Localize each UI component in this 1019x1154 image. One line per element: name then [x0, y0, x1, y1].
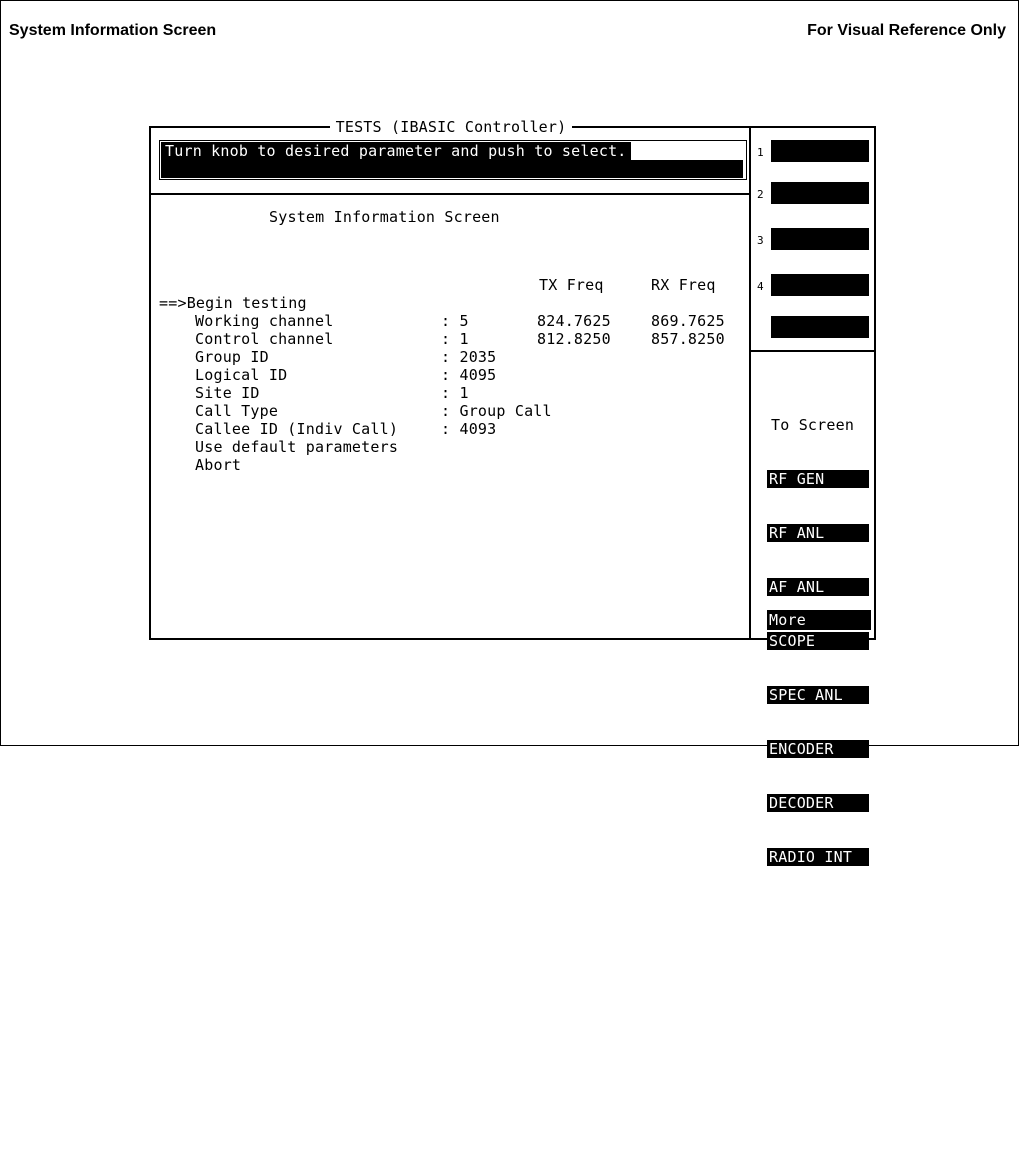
to-screen-menu: RF GEN RF ANL AF ANL SCOPE SPEC ANL ENCO… [767, 434, 869, 902]
col-rx-freq: RX Freq [651, 276, 716, 294]
menu-begin-testing[interactable]: ==>Begin testing [159, 294, 307, 312]
prompt-cursor-line [161, 160, 743, 178]
prompt-area: Turn knob to desired parameter and push … [159, 140, 747, 180]
to-screen-radio-int[interactable]: RADIO INT [767, 848, 869, 866]
row-control-channel-value[interactable]: : 1 [441, 330, 469, 348]
screen-title: TESTS (IBASIC Controller) [329, 118, 573, 136]
row-control-channel-rx: 857.8250 [651, 330, 725, 348]
row-site-id-label[interactable]: Site ID [195, 384, 389, 402]
menu-abort[interactable]: Abort [195, 456, 241, 474]
fkey-4-number: 4 [757, 280, 764, 293]
row-group-id-label[interactable]: Group ID [195, 348, 389, 366]
menu-use-default-parameters[interactable]: Use default parameters [195, 438, 398, 456]
to-screen-spec-anl[interactable]: SPEC ANL [767, 686, 869, 704]
row-logical-id-label[interactable]: Logical ID [195, 366, 389, 384]
header-title: System Information Screen [9, 22, 217, 39]
to-screen-scope[interactable]: SCOPE [767, 632, 869, 650]
fkey-3-number: 3 [757, 234, 764, 247]
divider-vertical [749, 128, 751, 638]
row-site-id-value[interactable]: : 1 [441, 384, 469, 402]
fkey-2-button[interactable] [771, 182, 869, 204]
row-call-type-label[interactable]: Call Type [195, 402, 389, 420]
header-note: For Visual Reference Only [807, 22, 1006, 39]
divider-horizontal [151, 193, 751, 195]
fkey-1-button[interactable] [771, 140, 869, 162]
row-callee-id-label[interactable]: Callee ID (Indiv Call) [195, 420, 398, 438]
fkey-1-number: 1 [757, 146, 764, 159]
divider-softkey [751, 350, 874, 352]
screen-title-bar: TESTS (IBASIC Controller) [151, 118, 751, 136]
to-screen-label: To Screen [771, 416, 855, 434]
fkey-5-button[interactable] [771, 316, 869, 338]
to-screen-rf-anl[interactable]: RF ANL [767, 524, 869, 542]
row-logical-id-value[interactable]: : 4095 [441, 366, 496, 384]
row-working-channel-tx: 824.7625 [537, 312, 611, 330]
prompt-message: Turn knob to desired parameter and push … [161, 142, 631, 160]
col-tx-freq: TX Freq [539, 276, 604, 294]
screen-heading: System Information Screen [269, 208, 500, 226]
fkey-4-button[interactable] [771, 274, 869, 296]
to-screen-decoder[interactable]: DECODER [767, 794, 869, 812]
row-control-channel-label[interactable]: Control channel [195, 330, 389, 348]
row-call-type-value[interactable]: : Group Call [441, 402, 552, 420]
row-working-channel-label[interactable]: Working channel [195, 312, 389, 330]
to-screen-encoder[interactable]: ENCODER [767, 740, 869, 758]
fkey-3-button[interactable] [771, 228, 869, 250]
fkey-2-number: 2 [757, 188, 764, 201]
row-callee-id-value[interactable]: : 4093 [441, 420, 496, 438]
row-control-channel-tx: 812.8250 [537, 330, 611, 348]
row-group-id-value[interactable]: : 2035 [441, 348, 496, 366]
to-screen-af-anl[interactable]: AF ANL [767, 578, 869, 596]
more-button[interactable]: More [767, 610, 871, 630]
to-screen-rf-gen[interactable]: RF GEN [767, 470, 869, 488]
instrument-screen: TESTS (IBASIC Controller) Turn knob to d… [149, 118, 876, 866]
row-working-channel-value[interactable]: : 5 [441, 312, 469, 330]
row-working-channel-rx: 869.7625 [651, 312, 725, 330]
